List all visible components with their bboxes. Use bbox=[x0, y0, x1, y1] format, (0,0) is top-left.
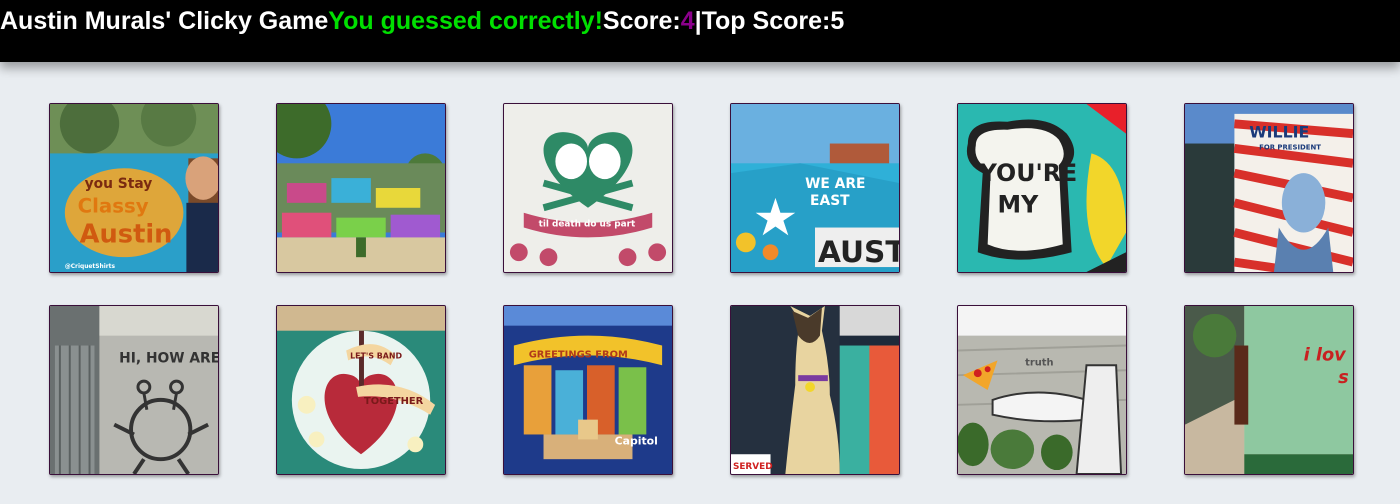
svg-text:truth: truth bbox=[1025, 357, 1053, 368]
we-are-east-austin-mural: WE ARE EAST AUST bbox=[731, 104, 899, 272]
svg-text:GREETINGS FROM: GREETINGS FROM bbox=[529, 349, 628, 360]
mural-card-11[interactable]: truth bbox=[957, 305, 1127, 475]
svg-text:WE ARE: WE ARE bbox=[805, 176, 865, 192]
i-love-you-so-mural: i lov s bbox=[1185, 306, 1353, 474]
svg-text:s: s bbox=[1338, 367, 1349, 388]
mural-card-1[interactable]: you Stay Classy Austin @CriquetShirts bbox=[49, 103, 219, 273]
mural-card-9[interactable]: GREETINGS FROM Capitol bbox=[503, 305, 673, 475]
you-stay-classy-austin-mural: you Stay Classy Austin @CriquetShirts bbox=[50, 104, 218, 272]
svg-text:MY: MY bbox=[998, 191, 1040, 219]
svg-text:i lov: i lov bbox=[1304, 344, 1348, 365]
siamese-cat-mural: SERVED bbox=[731, 306, 899, 474]
truth-pizza-mural: truth bbox=[958, 306, 1126, 474]
mural-card-10[interactable]: SERVED bbox=[730, 305, 900, 475]
svg-text:Classy: Classy bbox=[78, 195, 149, 218]
mural-card-2[interactable] bbox=[276, 103, 446, 273]
greetings-from-austin-mural: GREETINGS FROM Capitol bbox=[504, 306, 672, 474]
svg-text:AUST: AUST bbox=[818, 234, 899, 269]
mural-card-12[interactable]: i lov s bbox=[1184, 305, 1354, 475]
svg-text:HI, HOW ARE: HI, HOW ARE bbox=[119, 350, 218, 366]
lets-band-together-mural: LET'S BAND TOGETHER bbox=[277, 306, 445, 474]
mural-card-3[interactable]: til death do us part bbox=[503, 103, 673, 273]
svg-text:til death do us part: til death do us part bbox=[539, 220, 636, 230]
hope-graffiti-park-mural bbox=[277, 104, 445, 272]
mural-card-7[interactable]: HI, HOW ARE bbox=[49, 305, 219, 475]
hi-how-are-you-mural: HI, HOW ARE bbox=[50, 306, 218, 474]
svg-text:WILLIE: WILLIE bbox=[1249, 123, 1309, 142]
mural-card-8[interactable]: LET'S BAND TOGETHER bbox=[276, 305, 446, 475]
mural-card-5[interactable]: YOU'RE MY bbox=[957, 103, 1127, 273]
svg-text:FOR PRESIDENT: FOR PRESIDENT bbox=[1259, 143, 1321, 151]
svg-text:you Stay: you Stay bbox=[85, 176, 153, 192]
mural-grid: you Stay Classy Austin @CriquetShirts ti… bbox=[0, 0, 1400, 504]
svg-text:Capitol: Capitol bbox=[615, 434, 658, 447]
til-death-do-us-part-mural: til death do us part bbox=[504, 104, 672, 272]
svg-text:YOU'RE: YOU'RE bbox=[979, 159, 1077, 187]
svg-text:TOGETHER: TOGETHER bbox=[364, 396, 424, 407]
svg-text:LET'S BAND: LET'S BAND bbox=[350, 351, 402, 360]
svg-text:EAST: EAST bbox=[810, 193, 850, 209]
mural-card-4[interactable]: WE ARE EAST AUST bbox=[730, 103, 900, 273]
svg-text:@CriquetShirts: @CriquetShirts bbox=[65, 264, 116, 270]
youre-my-butter-half-mural: YOU'RE MY bbox=[958, 104, 1126, 272]
willie-for-president-mural: WILLIE FOR PRESIDENT bbox=[1185, 104, 1353, 272]
svg-text:SERVED: SERVED bbox=[733, 462, 773, 472]
mural-card-6[interactable]: WILLIE FOR PRESIDENT bbox=[1184, 103, 1354, 273]
svg-text:Austin: Austin bbox=[80, 219, 173, 249]
